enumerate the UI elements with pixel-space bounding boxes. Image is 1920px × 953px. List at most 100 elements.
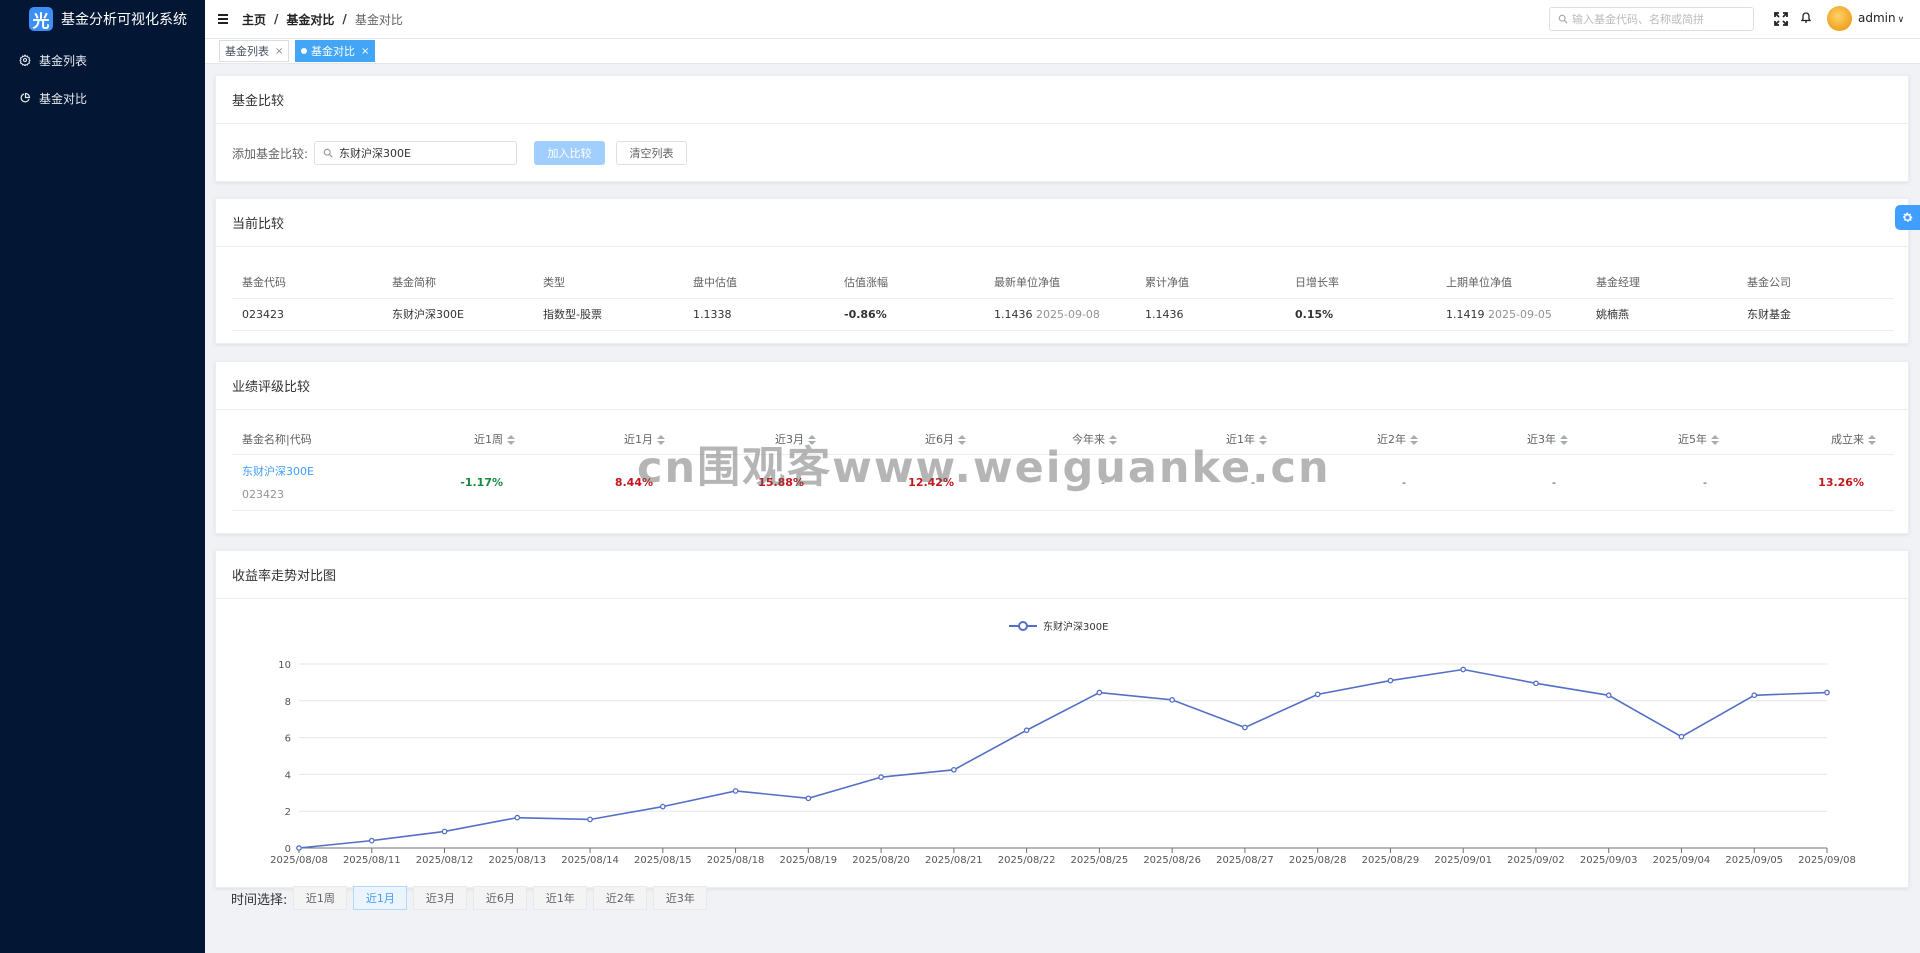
header-acc-nav: 累计净值 [1135,267,1285,299]
add-compare-button[interactable]: 加入比较 [534,141,606,165]
breadcrumb: 主页 / 基金对比 / 基金对比 [242,11,403,28]
header-estimate-change: 估值涨幅 [834,267,984,299]
close-icon[interactable]: × [361,46,369,57]
breadcrumb-separator: / [274,12,279,26]
time-option-3y[interactable]: 近3年 [653,886,708,910]
clear-list-button[interactable]: 清空列表 [616,141,688,165]
tab-fund-compare[interactable]: 基金对比 × [295,40,376,62]
x-tick-label: 2025/08/20 [852,855,910,866]
sort-icon[interactable] [1868,434,1876,445]
breadcrumb-section[interactable]: 基金对比 [286,11,334,28]
current-compare-table: 基金代码 基金简称 类型 盘中估值 估值涨幅 最新单位净值 累计净值 日增长率 … [232,267,1894,331]
x-tick-label: 2025/08/28 [1289,855,1347,866]
data-point [659,803,666,810]
header-5y[interactable]: 近5年 [1586,424,1737,455]
app-logo[interactable]: 光 基金分析可视化系统 [0,0,205,38]
x-tick-label: 2025/08/21 [925,855,983,866]
cell-type: 指数型-股票 [533,298,683,331]
chevron-down-icon: ∨ [1897,15,1905,25]
sort-icon[interactable] [1410,434,1418,445]
header-type: 类型 [533,267,683,299]
latest-nav-value: 1.1436 [994,307,1033,321]
top-header: 主页 / 基金对比 / 基金对比 输入基金代码、名称或简拼 admin ∨ [205,0,1920,38]
hamburger-menu-icon[interactable] [218,12,232,26]
search-icon [1558,14,1568,24]
header-prev-nav: 上期单位净值 [1436,267,1586,299]
x-tick-label: 2025/08/14 [561,855,619,866]
sidebar-item-fund-compare[interactable]: 基金对比 [0,76,205,120]
breadcrumb-current: 基金对比 [354,12,403,27]
header-3y[interactable]: 近3年 [1436,424,1586,455]
sort-icon[interactable] [1560,434,1568,445]
search-placeholder: 输入基金代码、名称或简拼 [1572,13,1704,26]
sort-icon[interactable] [507,434,515,445]
x-tick-label: 2025/08/13 [488,855,546,866]
sidebar-item-label: 基金列表 [39,53,88,68]
header-search-input[interactable]: 输入基金代码、名称或简拼 [1549,7,1754,31]
time-option-2y[interactable]: 近2年 [593,886,648,910]
cell-fund: 东财沪深300E 023423 [232,454,382,511]
x-tick-label: 2025/08/26 [1143,855,1201,866]
settings-button[interactable] [1895,205,1920,230]
header-manager: 基金经理 [1586,267,1737,299]
username: admin [1858,11,1896,25]
x-tick-label: 2025/08/08 [270,855,328,866]
header-fund-code: 基金代码 [232,267,382,299]
fund-name-link[interactable]: 东财沪深300E [242,463,352,479]
header-since-inception[interactable]: 成立来 [1737,424,1894,455]
pie-chart-icon [19,92,31,104]
fullscreen-icon[interactable] [1774,12,1788,26]
cell-estimate-change: -0.86% [834,298,984,331]
data-point [878,774,884,781]
y-tick-label: 0 [285,844,291,855]
avatar[interactable] [1827,6,1852,31]
gear-icon [1903,212,1913,222]
x-tick-label: 2025/08/25 [1071,855,1129,866]
data-point [1678,733,1685,740]
time-option-3m[interactable]: 近3月 [413,886,468,910]
data-point [441,828,448,835]
fund-code: 023423 [242,488,284,501]
series-line [298,668,1828,849]
x-tick-label: 2025/08/29 [1362,855,1420,866]
data-point [1605,692,1612,699]
cell-estimate: 1.1338 [683,298,834,331]
time-option-1m[interactable]: 近1月 [353,886,408,910]
data-point [1460,666,1467,673]
cell-acc-nav: 1.1436 [1135,298,1285,331]
time-option-1y[interactable]: 近1年 [533,886,588,910]
fund-search-input[interactable]: 东财沪深300E [314,141,518,165]
tab-fund-list[interactable]: 基金列表 × [219,40,290,62]
breadcrumb-separator: / [342,12,347,26]
prev-nav-value: 1.1419 [1446,307,1485,321]
data-point [514,814,521,821]
breadcrumb-home[interactable]: 主页 [242,11,266,28]
x-tick-label: 2025/09/02 [1507,855,1565,866]
data-point [1169,697,1175,703]
cell-company: 东财基金 [1737,298,1894,331]
current-compare-title: 当前比较 [216,199,1908,247]
latest-nav-date: 2025-09-08 [1036,307,1100,321]
performance-title: 业绩评级比较 [216,362,1908,410]
x-tick-label: 2025/08/11 [343,855,401,866]
cell-3y: - [1436,454,1586,511]
x-tick-label: 2025/08/15 [634,855,692,866]
y-tick-label: 6 [285,734,291,745]
user-menu[interactable]: admin ∨ [1858,11,1904,25]
chart-area: 0 2 4 6 8 10 2025/08/08 2025/08/11 2025/08/12 202… [216,600,1910,891]
header-1w[interactable]: 近1周 [382,424,533,455]
search-icon [323,148,333,158]
time-option-1w[interactable]: 近1周 [293,886,348,910]
data-point [1242,724,1248,731]
bell-icon[interactable] [1800,11,1812,24]
header-company: 基金公司 [1737,267,1894,299]
y-tick-label: 10 [278,660,291,671]
cell-daily-growth: 0.15% [1285,298,1436,331]
sort-icon[interactable] [1711,434,1719,445]
time-option-6m[interactable]: 近6月 [473,886,528,910]
y-tick-label: 8 [285,697,291,708]
close-icon[interactable]: × [275,46,283,57]
cell-latest-nav: 1.1436 2025-09-08 [984,298,1135,331]
data-point [587,816,593,823]
compare-card: 基金比较 添加基金比较: 东财沪深300E 加入比较 清空列表 [215,75,1909,182]
